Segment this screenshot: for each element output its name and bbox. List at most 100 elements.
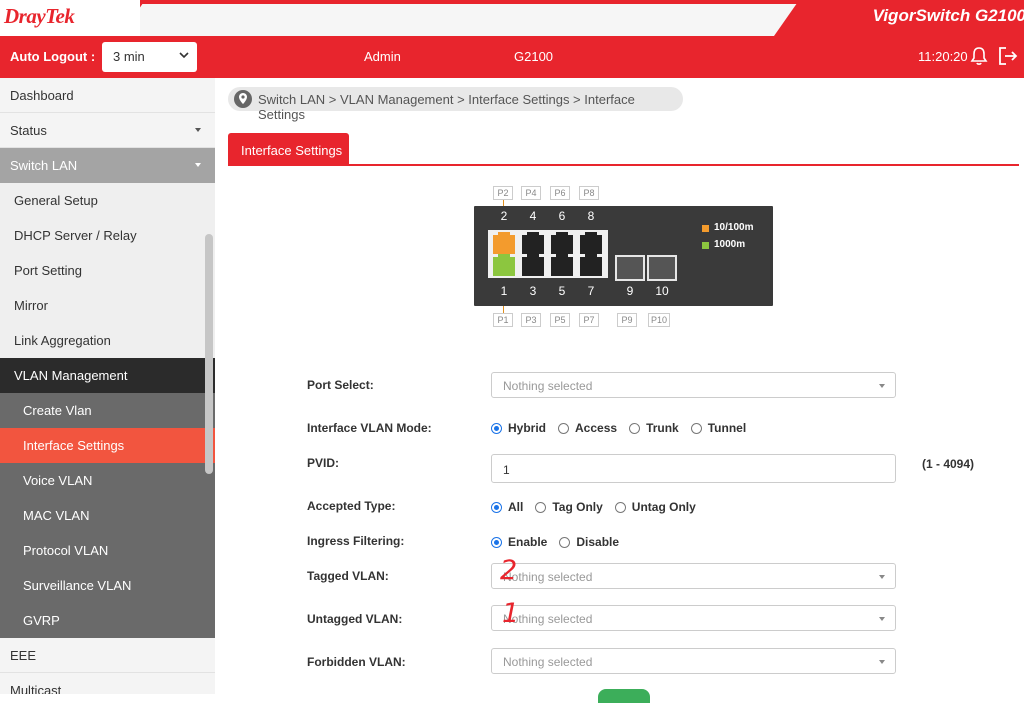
sidebar-item-dhcp[interactable]: DHCP Server / Relay — [0, 218, 215, 253]
breadcrumb-text: Switch LAN > VLAN Management > Interface… — [258, 92, 635, 122]
caret-down-icon — [195, 128, 201, 132]
bell-icon[interactable] — [970, 46, 988, 66]
port-2[interactable] — [493, 232, 515, 254]
sidebar-item-create-vlan[interactable]: Create Vlan — [0, 393, 215, 428]
rj45-port-block — [488, 230, 608, 278]
sidebar-item-link-aggregation[interactable]: Link Aggregation — [0, 323, 215, 358]
sidebar-scrollbar[interactable] — [205, 234, 213, 474]
radio-checked-icon — [491, 536, 502, 548]
port-8[interactable] — [580, 232, 602, 254]
ingress-enable-radio[interactable]: Enable — [491, 535, 547, 549]
sidebar-item-interface-settings[interactable]: Interface Settings — [0, 428, 215, 463]
caret-down-icon — [879, 384, 885, 388]
forbidden-vlan-label: Forbidden VLAN: — [307, 655, 406, 669]
vlan-mode-radio-group: Hybrid Access Trunk Tunnel — [491, 421, 746, 435]
mode-tunnel-radio[interactable]: Tunnel — [690, 421, 746, 435]
accepted-all-radio[interactable]: All — [491, 500, 523, 514]
mode-hybrid-radio[interactable]: Hybrid — [491, 421, 546, 435]
pvid-input[interactable]: 1 — [491, 454, 896, 483]
accepted-untag-only-radio[interactable]: Untag Only — [614, 500, 696, 514]
auto-logout-select[interactable]: 3 min — [102, 42, 197, 72]
sidebar-item-surveillance-vlan[interactable]: Surveillance VLAN — [0, 568, 215, 603]
port-label-p8: P8 — [579, 186, 599, 200]
port-5[interactable] — [551, 254, 573, 276]
sidebar-item-general-setup[interactable]: General Setup — [0, 183, 215, 218]
port-7[interactable] — [580, 254, 602, 276]
port-label-p9: P9 — [617, 313, 637, 327]
port-3[interactable] — [522, 254, 544, 276]
ingress-filtering-label: Ingress Filtering: — [307, 534, 405, 548]
brand-bar: DrayTek VigorSwitch G2100 — [0, 0, 1024, 36]
sidebar-item-eee[interactable]: EEE — [0, 638, 215, 673]
breadcrumb: Switch LAN > VLAN Management > Interface… — [228, 87, 683, 122]
port-number: 10 — [655, 284, 669, 298]
main-content: Switch LAN > VLAN Management > Interface… — [215, 78, 1024, 703]
user-name: Admin — [364, 49, 401, 64]
port-4[interactable] — [522, 232, 544, 254]
caret-down-icon — [879, 660, 885, 664]
sidebar-item-dashboard[interactable]: Dashboard — [0, 78, 215, 113]
sidebar-item-multicast[interactable]: Multicast — [0, 673, 215, 694]
pvid-label: PVID: — [307, 456, 340, 470]
port-number: 7 — [587, 284, 595, 298]
mode-trunk-radio[interactable]: Trunk — [629, 421, 679, 435]
caret-down-icon — [195, 163, 201, 167]
chevron-down-icon — [179, 52, 189, 59]
accepted-type-label: Accepted Type: — [307, 499, 396, 513]
radio-icon — [690, 422, 702, 434]
port-select-label: Port Select: — [307, 378, 374, 392]
apply-button[interactable] — [598, 689, 650, 703]
port-number: 3 — [529, 284, 537, 298]
radio-icon — [558, 422, 570, 434]
port-number: 8 — [587, 209, 595, 223]
logo-area: DrayTek — [0, 0, 140, 36]
sidebar-item-status[interactable]: Status — [0, 113, 215, 148]
port-label-p7: P7 — [579, 313, 599, 327]
logout-icon[interactable] — [997, 46, 1019, 66]
sidebar-item-switch-lan[interactable]: Switch LAN — [0, 148, 215, 183]
sfp-port-10[interactable] — [647, 255, 677, 281]
ingress-radio-group: Enable Disable — [491, 535, 619, 549]
sidebar-item-vlan-management[interactable]: VLAN Management — [0, 358, 215, 393]
untagged-vlan-dropdown[interactable]: Nothing selected — [491, 605, 896, 631]
accepted-tag-only-radio[interactable]: Tag Only — [535, 500, 603, 514]
radio-icon — [535, 501, 547, 513]
port-select-dropdown[interactable]: Nothing selected — [491, 372, 896, 398]
sidebar-item-gvrp[interactable]: GVRP — [0, 603, 215, 638]
tab-interface-settings[interactable]: Interface Settings — [228, 133, 349, 166]
port-label-p2: P2 — [493, 186, 513, 200]
mode-access-radio[interactable]: Access — [558, 421, 617, 435]
untagged-vlan-label: Untagged VLAN: — [307, 612, 403, 626]
sidebar-item-port-setting[interactable]: Port Setting — [0, 253, 215, 288]
legend-label-1000m: 1000m — [714, 239, 746, 250]
port-label-p6: P6 — [550, 186, 570, 200]
port-6[interactable] — [551, 232, 573, 254]
port-label-p4: P4 — [521, 186, 541, 200]
port-number: 2 — [500, 209, 508, 223]
port-1[interactable] — [493, 254, 515, 276]
sidebar-item-voice-vlan[interactable]: Voice VLAN — [0, 463, 215, 498]
ingress-disable-radio[interactable]: Disable — [559, 535, 619, 549]
legend-swatch-100m — [702, 225, 709, 232]
legend-label-100m: 10/100m — [714, 222, 754, 233]
port-number: 1 — [500, 284, 508, 298]
radio-icon — [629, 422, 641, 434]
clock: 11:20:20 — [918, 49, 968, 64]
vlan-mode-label: Interface VLAN Mode: — [307, 421, 432, 435]
sidebar-item-mirror[interactable]: Mirror — [0, 288, 215, 323]
top-header: Auto Logout : 3 min Admin G2100 11:20:20 — [0, 36, 1024, 78]
auto-logout-label: Auto Logout : — [10, 49, 96, 64]
sidebar-item-protocol-vlan[interactable]: Protocol VLAN — [0, 533, 215, 568]
handwritten-annotation: 2 — [500, 555, 518, 586]
location-pin-icon — [234, 90, 252, 108]
forbidden-vlan-dropdown[interactable]: Nothing selected — [491, 648, 896, 674]
radio-checked-icon — [491, 422, 502, 434]
sidebar-item-mac-vlan[interactable]: MAC VLAN — [0, 498, 215, 533]
legend-swatch-1000m — [702, 242, 709, 249]
port-number: 4 — [529, 209, 537, 223]
auto-logout-value: 3 min — [113, 49, 145, 64]
tagged-vlan-dropdown[interactable]: Nothing selected — [491, 563, 896, 589]
accepted-type-radio-group: All Tag Only Untag Only — [491, 500, 696, 514]
caret-down-icon — [879, 575, 885, 579]
sfp-port-9[interactable] — [615, 255, 645, 281]
